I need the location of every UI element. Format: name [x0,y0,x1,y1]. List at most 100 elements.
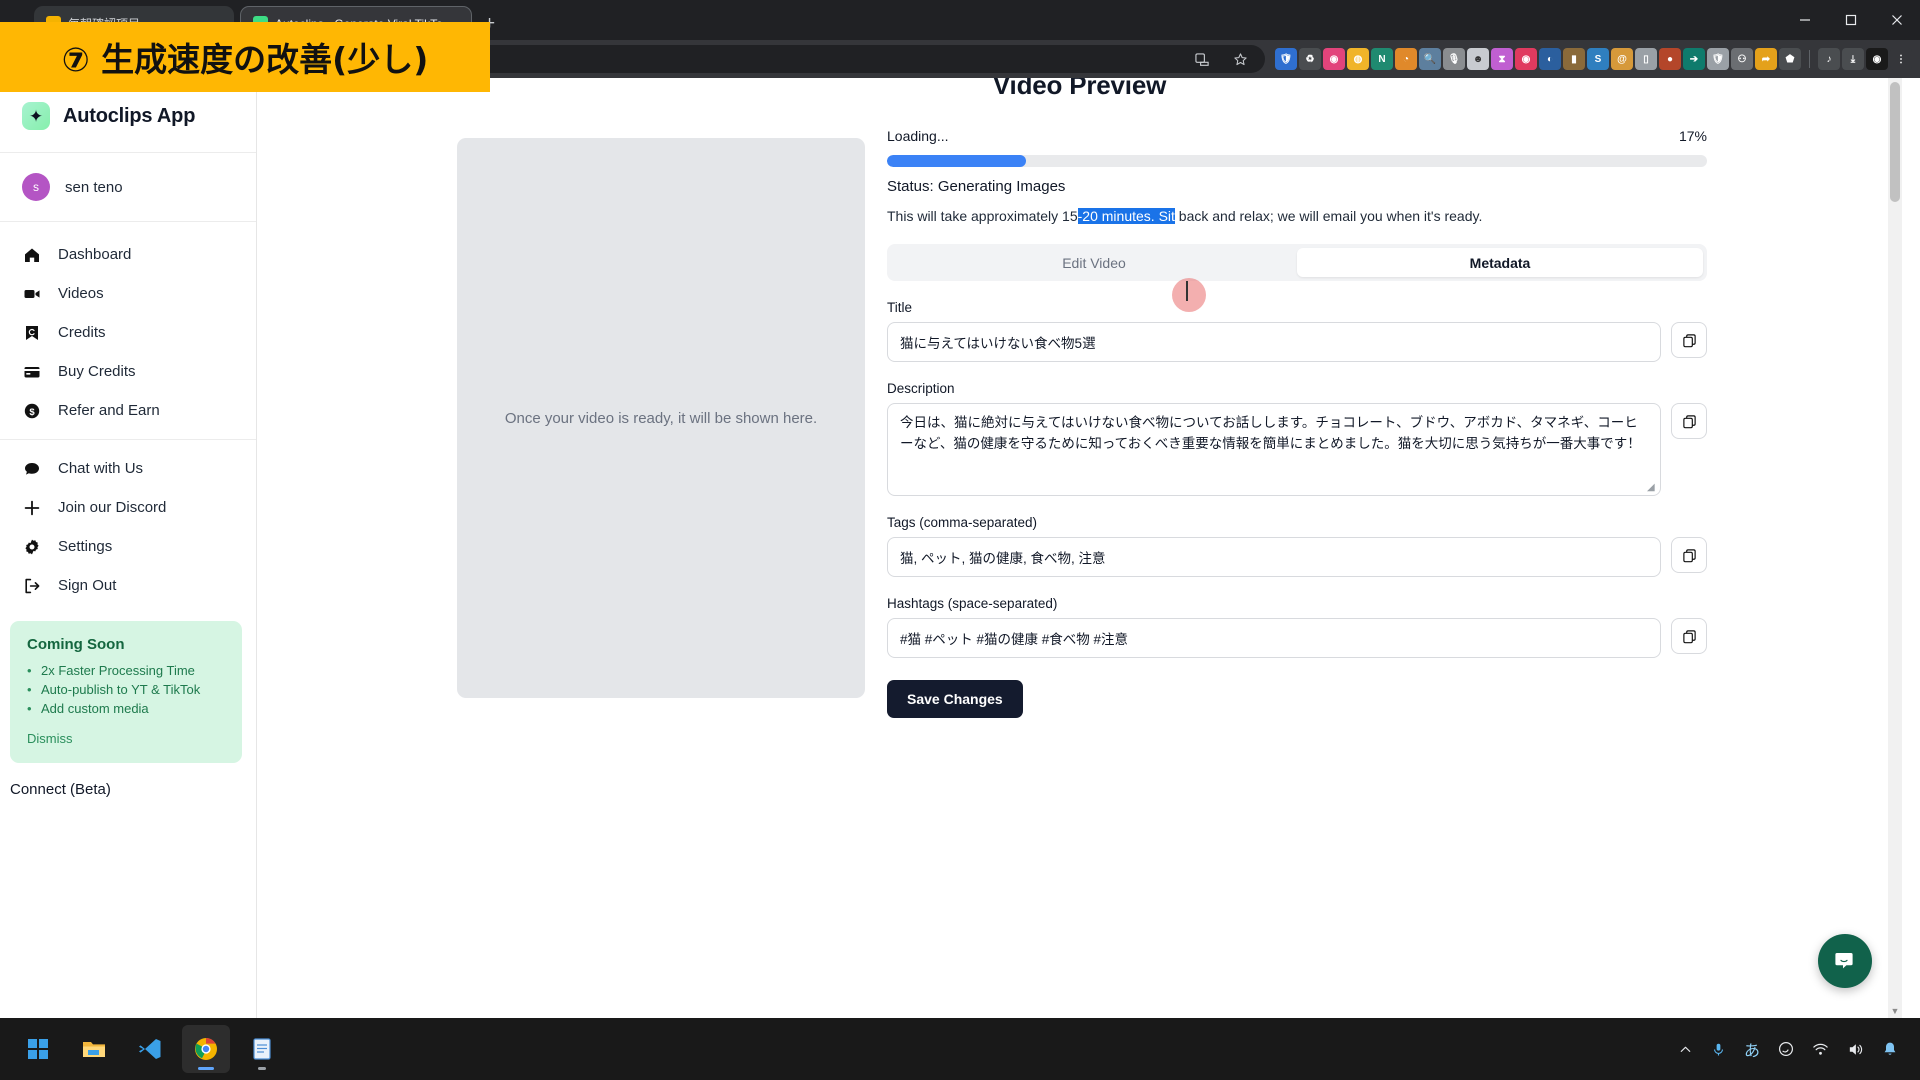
extension-icon[interactable]: ➦ [1755,48,1777,70]
file-explorer-icon[interactable] [70,1025,118,1073]
chevron-up-icon[interactable] [1678,1042,1693,1057]
extension-icon[interactable]: 🛡 [1275,48,1297,70]
ime-japanese-icon[interactable]: あ [1744,1037,1760,1061]
copy-icon [1682,548,1696,562]
close-icon[interactable] [1874,0,1920,40]
copy-title-button[interactable] [1671,322,1707,358]
extension-icon[interactable]: N [1371,48,1393,70]
sidebar-item-credits[interactable]: Credits [0,313,256,352]
sidebar-item-chat-with-us[interactable]: Chat with Us [0,449,256,488]
scrollbar-thumb[interactable] [1890,82,1900,202]
extension-icon[interactable]: ♻ [1299,48,1321,70]
extension-icon[interactable]: ◍ [1347,48,1369,70]
dismiss-link[interactable]: Dismiss [27,731,73,746]
annotation-banner-text: ⑦ 生成速度の改善(少し) [61,40,429,79]
sidebar-item-label: Videos [58,285,104,302]
page-scrollbar[interactable]: ▲ ▼ [1888,78,1902,1018]
save-changes-button[interactable]: Save Changes [887,680,1023,718]
profile-avatar-icon[interactable]: ◉ [1866,48,1888,70]
hashtags-input[interactable]: #猫 #ペット #猫の健康 #食べ物 #注意 [887,618,1661,658]
sidebar-item-refer-and-earn[interactable]: $ Refer and Earn [0,391,256,430]
tags-field-row: 猫, ペット, 猫の健康, 食べ物, 注意 [887,537,1707,577]
hashtags-field-row: #猫 #ペット #猫の健康 #食べ物 #注意 [887,618,1707,658]
progress-percent: 17% [1678,128,1707,144]
chrome-icon[interactable] [182,1025,230,1073]
title-input[interactable]: 猫に与えてはいけない食べ物5選 [887,322,1661,362]
sidebar-item-sign-out[interactable]: Sign Out [0,566,256,605]
extension-icon[interactable]: ● [1659,48,1681,70]
copy-description-button[interactable] [1671,403,1707,439]
tab-edit-video[interactable]: Edit Video [891,248,1297,277]
chat-smile-icon [1835,953,1853,969]
taskbar-apps [0,1025,286,1073]
tab-metadata[interactable]: Metadata [1297,248,1703,277]
chrome-menu-icon[interactable]: ⋮ [1890,48,1912,70]
notification-bell-icon[interactable] [1882,1041,1898,1057]
extension-icon[interactable]: ◉ [1515,48,1537,70]
eta-hint-after: back and relax; we will email you when i… [1174,208,1483,224]
credits-icon [22,323,41,342]
running-indicator [198,1067,214,1070]
running-indicator [258,1067,266,1070]
extension-icon[interactable]: 🛡 [1707,48,1729,70]
progress-bar-fill [887,155,1027,167]
sidebar-item-settings[interactable]: Settings [0,527,256,566]
volume-icon[interactable] [1847,1041,1864,1058]
title-field-row: 猫に与えてはいけない食べ物5選 [887,322,1707,362]
page-viewport: ✦ Autoclips App s sen teno Dashboard Vid… [0,78,1920,1018]
extension-icon[interactable]: ⚇ [1731,48,1753,70]
media-list-icon[interactable]: ♪ [1818,48,1840,70]
sidebar-item-buy-credits[interactable]: Buy Credits [0,352,256,391]
sidebar-item-join-discord[interactable]: Join our Discord [0,488,256,527]
home-icon [22,245,41,264]
copy-hashtags-button[interactable] [1671,618,1707,654]
description-textarea[interactable]: 今日は、猫に絶対に与えてはいけない食べ物についてお話しします。チョコレート、ブド… [887,403,1661,496]
bookmark-star-icon[interactable] [1225,44,1255,74]
resize-handle[interactable]: ◢ [1647,483,1657,493]
sidebar-item-label: Buy Credits [58,363,136,380]
microphone-icon[interactable] [1711,1042,1726,1057]
sidebar-item-videos[interactable]: Videos [0,274,256,313]
extension-icon[interactable]: ◐ [1539,48,1561,70]
sidebar-item-dashboard[interactable]: Dashboard [0,235,256,274]
vscode-icon[interactable] [126,1025,174,1073]
extension-icon[interactable]: ☻ [1467,48,1489,70]
tags-input[interactable]: 猫, ペット, 猫の健康, 食べ物, 注意 [887,537,1661,577]
progress-header: Loading... 17% [887,128,1707,144]
gear-icon [22,537,41,556]
extension-icon[interactable]: 🎙 [1443,48,1465,70]
sidebar-user[interactable]: s sen teno [0,153,256,221]
sign-out-icon [22,576,41,595]
wifi-icon[interactable] [1812,1041,1829,1058]
extension-icon[interactable]: S [1587,48,1609,70]
minimize-icon[interactable] [1782,0,1828,40]
annotation-banner: ⑦ 生成速度の改善(少し) [0,22,490,92]
ime-mode-icon[interactable] [1778,1041,1794,1057]
connect-beta-label[interactable]: Connect (Beta) [0,763,256,798]
description-field-row: 今日は、猫に絶対に与えてはいけない食べ物についてお話しします。チョコレート、ブド… [887,403,1707,496]
copy-icon [1682,414,1696,428]
maximize-icon[interactable] [1828,0,1874,40]
copy-tags-button[interactable] [1671,537,1707,573]
extension-icon[interactable]: ◔ [1395,48,1417,70]
extension-icon[interactable]: ▮ [1563,48,1585,70]
sidebar-item-label: Credits [58,324,106,341]
brand-name: Autoclips App [63,104,196,127]
preview-placeholder-text: Once your video is ready, it will be sho… [504,409,818,427]
translate-icon[interactable] [1187,44,1217,74]
extension-icon[interactable]: ◉ [1323,48,1345,70]
extension-icon[interactable]: @ [1611,48,1633,70]
chat-widget-button[interactable] [1818,934,1872,988]
extension-icon[interactable]: ➔ [1683,48,1705,70]
extension-icon[interactable]: ⧗ [1491,48,1513,70]
download-icon[interactable]: ⤓ [1842,48,1864,70]
start-icon[interactable] [14,1025,62,1073]
puzzle-extensions-icon[interactable]: ⬟ [1779,48,1801,70]
notepad-icon[interactable] [238,1025,286,1073]
eta-hint-selected: -20 minutes. Sit [1077,208,1175,224]
extension-icon[interactable]: ▯ [1635,48,1657,70]
list-item: 2x Faster Processing Time [27,661,225,680]
browser-window: 毎朝確認項目 Autoclips - Generate Viral TikTo.… [0,0,1920,1080]
extension-icon[interactable]: 🔍 [1419,48,1441,70]
scroll-down-arrow[interactable]: ▼ [1890,1006,1900,1016]
